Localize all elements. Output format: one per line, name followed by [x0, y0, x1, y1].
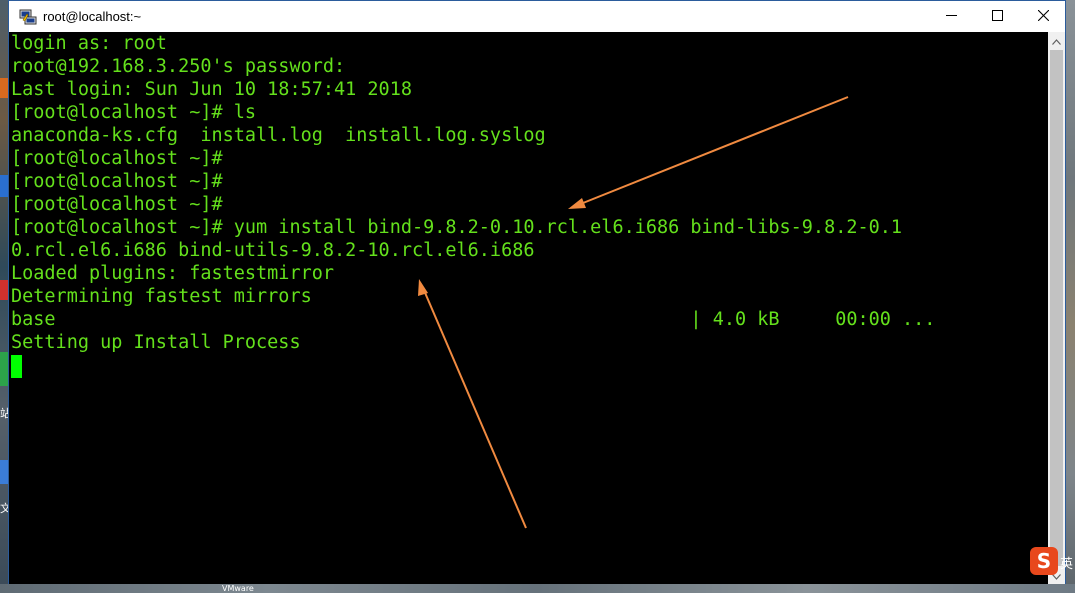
terminal-output[interactable]: login as: root root@192.168.3.250's pass… [9, 32, 1048, 584]
desktop-shortcut-icon[interactable] [0, 460, 8, 484]
terminal-line: [root@localhost ~]# yum install bind-9.8… [11, 217, 903, 238]
desktop-shortcut-icon[interactable] [0, 352, 8, 386]
putty-icon[interactable] [19, 8, 37, 26]
desktop-shortcut-icon[interactable] [0, 78, 8, 98]
terminal-line: [root@localhost ~]# [11, 194, 223, 215]
ime-language-label[interactable]: 英 [1060, 553, 1073, 572]
terminal-line: [root@localhost ~]# ls [11, 102, 257, 123]
maximize-icon [991, 8, 1003, 26]
chevron-up-icon [1052, 32, 1061, 50]
title-bar[interactable]: root@localhost:~ [9, 1, 1065, 32]
terminal-line: base | 4.0 kB 00:00 ... [11, 309, 936, 330]
vertical-scrollbar[interactable] [1048, 32, 1065, 584]
sogou-ime-icon[interactable]: S [1030, 547, 1058, 575]
desktop-background-bottom [0, 584, 1075, 593]
maximize-button[interactable] [974, 1, 1020, 32]
desktop-shortcut-icon[interactable] [0, 175, 8, 197]
taskbar-item-label[interactable]: VMware [222, 584, 254, 593]
terminal-line: login as: root [11, 33, 167, 54]
terminal-line: [root@localhost ~]# [11, 171, 223, 192]
scrollbar-thumb[interactable] [1050, 50, 1063, 566]
terminal-cursor [11, 355, 22, 378]
terminal-line: 0.rcl.el6.i686 bind-utils-9.8.2-10.rcl.e… [11, 240, 535, 261]
terminal-line: Setting up Install Process [11, 332, 301, 353]
terminal-line: Loaded plugins: fastestmirror [11, 263, 335, 284]
window-title: root@localhost:~ [43, 9, 142, 24]
terminal-line: Determining fastest mirrors [11, 286, 312, 307]
minimize-icon [945, 8, 957, 26]
desktop-shortcut-icon[interactable] [0, 280, 8, 300]
terminal-line: anaconda-ks.cfg install.log install.log.… [11, 125, 546, 146]
close-button[interactable] [1020, 1, 1066, 32]
terminal-line: Last login: Sun Jun 10 18:57:41 2018 [11, 79, 412, 100]
minimize-button[interactable] [928, 1, 974, 32]
close-icon [1037, 8, 1049, 26]
terminal-line: [root@localhost ~]# [11, 148, 223, 169]
desktop-background-right [1066, 0, 1075, 593]
scroll-up-button[interactable] [1048, 32, 1065, 49]
terminal-window: root@localhost:~ login as: root root@192… [8, 0, 1066, 584]
terminal-line: root@192.168.3.250's password: [11, 56, 346, 77]
